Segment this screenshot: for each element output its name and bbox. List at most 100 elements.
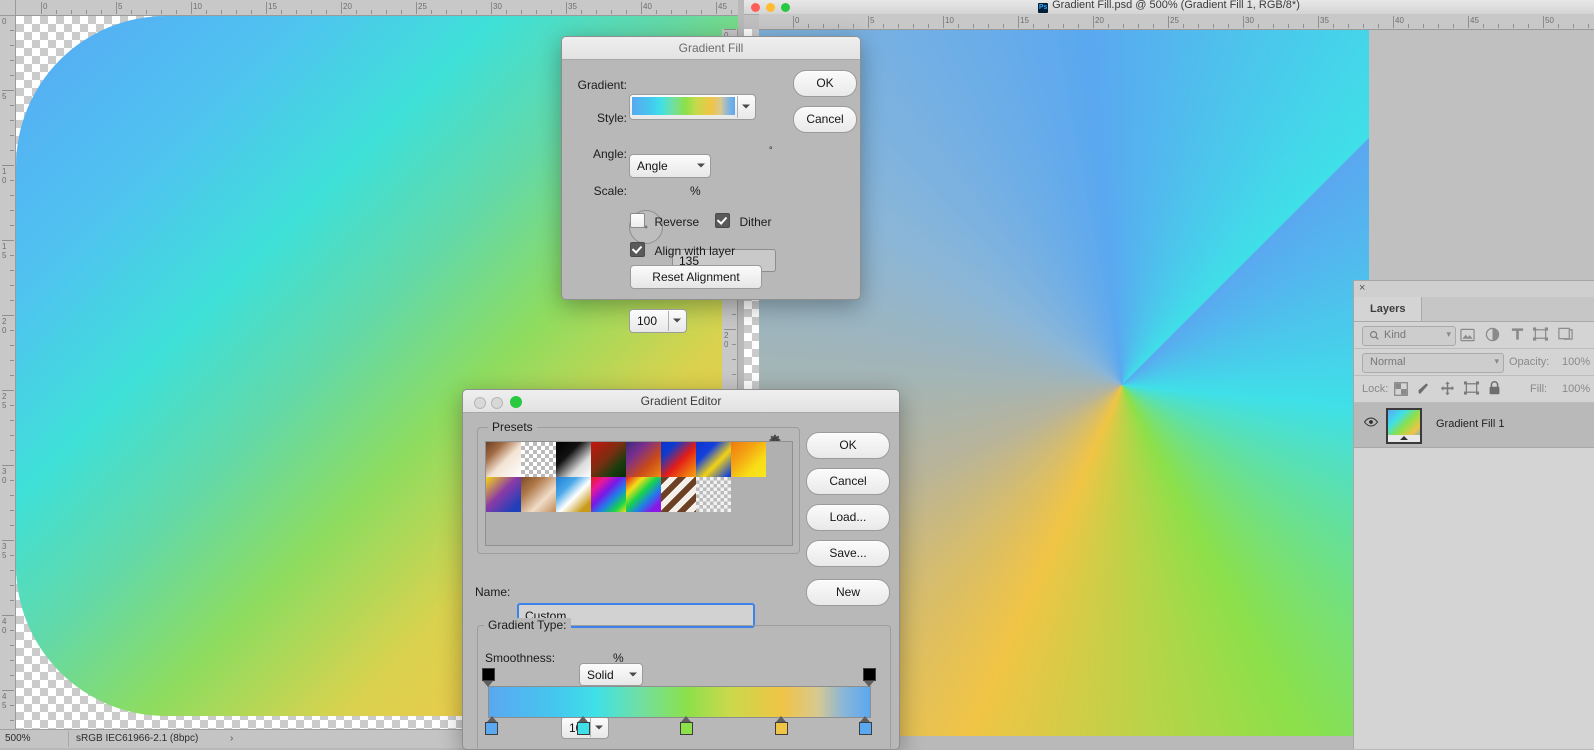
angle-label: Angle: bbox=[592, 147, 627, 161]
ruler-corner-left bbox=[0, 0, 16, 16]
cancel-button[interactable]: Cancel bbox=[793, 106, 857, 133]
reverse-checkbox-row[interactable]: Reverse bbox=[630, 213, 699, 231]
presets-row-2 bbox=[486, 477, 792, 512]
cancel-button[interactable]: Cancel bbox=[806, 468, 890, 495]
close-icon[interactable]: × bbox=[1359, 283, 1365, 294]
layers-panel-closebar: × bbox=[1354, 281, 1594, 297]
lock-transparent-icon[interactable] bbox=[1394, 382, 1408, 396]
type-icon[interactable] bbox=[1511, 327, 1524, 341]
reset-alignment-button[interactable]: Reset Alignment bbox=[630, 265, 762, 289]
status-expand-arrow[interactable]: › bbox=[230, 733, 233, 744]
close-button-inactive[interactable] bbox=[474, 397, 486, 409]
shape-icon[interactable] bbox=[1533, 327, 1548, 341]
ok-button[interactable]: OK bbox=[793, 70, 857, 97]
style-dropdown[interactable]: Angle bbox=[629, 154, 711, 178]
opacity-value[interactable]: 100% bbox=[1562, 356, 1590, 368]
gradient-editor-title: Gradient Editor bbox=[463, 390, 899, 413]
color-stop[interactable] bbox=[858, 716, 872, 735]
load-button[interactable]: Load... bbox=[806, 504, 890, 531]
kind-filter-dropdown[interactable]: Kind ▾ bbox=[1362, 326, 1456, 346]
dither-checkbox-row[interactable]: Dither bbox=[715, 213, 771, 231]
color-stop-chip bbox=[485, 722, 499, 735]
opacity-stop-pointer bbox=[483, 681, 493, 687]
dither-label: Dither bbox=[739, 215, 772, 229]
gradient-preview-bar[interactable] bbox=[488, 686, 871, 718]
preset-swatch[interactable] bbox=[731, 442, 766, 477]
reverse-checkbox[interactable] bbox=[630, 213, 645, 228]
gradient-type-label: Gradient Type: bbox=[484, 618, 571, 632]
preset-swatch[interactable] bbox=[626, 477, 661, 512]
chevron-down-icon bbox=[741, 103, 750, 112]
chevron-down-icon: ▾ bbox=[1494, 356, 1499, 366]
align-with-layer-checkbox[interactable] bbox=[630, 242, 645, 257]
preset-swatch[interactable] bbox=[556, 442, 591, 477]
ruler-horizontal-left[interactable]: 05101520253035404550 bbox=[15, 0, 738, 16]
color-stop-chip bbox=[858, 722, 872, 735]
scale-dropdown[interactable]: 100 bbox=[629, 309, 687, 333]
document-title-right: Ps Gradient Fill.psd @ 500% (Gradient Fil… bbox=[744, 0, 1594, 13]
new-button[interactable]: New bbox=[806, 579, 890, 606]
gradient-editor-dialog: Gradient Editor Presets ▾ OK Cancel Load… bbox=[462, 389, 900, 750]
gradient-preview-swatch[interactable] bbox=[632, 97, 735, 115]
opacity-stop[interactable] bbox=[862, 668, 876, 687]
smoothness-percent-symbol: % bbox=[613, 651, 624, 665]
color-stop[interactable] bbox=[576, 716, 590, 735]
preset-swatch[interactable] bbox=[591, 477, 626, 512]
lock-position-icon[interactable] bbox=[1440, 381, 1455, 396]
name-label: Name: bbox=[475, 585, 511, 599]
preset-swatch[interactable] bbox=[696, 477, 731, 512]
preset-swatch[interactable] bbox=[486, 442, 521, 477]
gradient-label: Gradient: bbox=[577, 78, 627, 92]
color-stop-chip bbox=[774, 722, 788, 735]
dither-checkbox[interactable] bbox=[715, 213, 730, 228]
preset-swatch[interactable] bbox=[556, 477, 591, 512]
ruler-vertical-left[interactable]: 05101520253035404550 bbox=[0, 15, 16, 730]
align-with-layer-label: Align with layer bbox=[654, 244, 736, 258]
smoothness-label: Smoothness: bbox=[485, 651, 556, 665]
preset-swatch[interactable] bbox=[626, 442, 661, 477]
layers-panel: × Layers Kind ▾ Normal ▾ Opacity: 100% L… bbox=[1353, 280, 1594, 749]
minimize-button-inactive[interactable] bbox=[491, 397, 503, 409]
document-titlebar-right[interactable]: Ps Gradient Fill.psd @ 500% (Gradient Fil… bbox=[744, 0, 1594, 15]
layer-mask-thumbnail[interactable] bbox=[1386, 435, 1422, 444]
ruler-horizontal-right[interactable]: 0 5 10 15 20 25 30 35 40 45 50 bbox=[759, 14, 1594, 30]
degree-symbol: ° bbox=[769, 145, 773, 155]
color-stop[interactable] bbox=[774, 716, 788, 735]
document-title-text: Gradient Fill.psd @ 500% (Gradient Fill … bbox=[1052, 0, 1300, 11]
zoom-button-green[interactable] bbox=[510, 396, 522, 408]
layer-row-gradient-fill-1[interactable]: Gradient Fill 1 bbox=[1354, 403, 1594, 448]
lock-artboard-icon[interactable] bbox=[1464, 381, 1479, 395]
preset-swatch[interactable] bbox=[521, 442, 556, 477]
preset-swatch[interactable] bbox=[521, 477, 556, 512]
fill-value[interactable]: 100% bbox=[1562, 383, 1590, 395]
presets-well[interactable] bbox=[485, 441, 793, 546]
ok-button[interactable]: OK bbox=[806, 432, 890, 459]
lock-all-icon[interactable] bbox=[1488, 380, 1501, 396]
kind-filter-label: Kind bbox=[1384, 329, 1407, 341]
document-color-profile: sRGB IEC61966-2.1 (8bpc) bbox=[76, 733, 199, 744]
preset-swatch[interactable] bbox=[696, 442, 731, 477]
smart-object-icon[interactable] bbox=[1558, 327, 1573, 341]
color-stop[interactable] bbox=[679, 716, 693, 735]
preset-swatch[interactable] bbox=[661, 442, 696, 477]
gradient-preview-dropdown[interactable] bbox=[629, 94, 756, 120]
color-stop[interactable] bbox=[485, 716, 499, 735]
save-button[interactable]: Save... bbox=[806, 540, 890, 567]
preset-swatch[interactable] bbox=[661, 477, 696, 512]
align-checkbox-row[interactable]: Align with layer bbox=[630, 242, 735, 260]
lock-image-icon[interactable] bbox=[1417, 381, 1431, 396]
image-icon[interactable] bbox=[1460, 328, 1475, 342]
blend-mode-dropdown[interactable]: Normal ▾ bbox=[1362, 353, 1504, 373]
opacity-stops-track[interactable] bbox=[481, 668, 876, 687]
zoom-level: 500% bbox=[5, 733, 31, 744]
preset-swatch[interactable] bbox=[486, 477, 521, 512]
layer-name[interactable]: Gradient Fill 1 bbox=[1436, 418, 1504, 430]
eye-icon[interactable] bbox=[1364, 417, 1378, 427]
opacity-stop[interactable] bbox=[481, 668, 495, 687]
preset-swatch[interactable] bbox=[591, 442, 626, 477]
color-stops-track[interactable] bbox=[485, 716, 872, 736]
opacity-stop-pointer bbox=[864, 681, 874, 687]
tab-layers[interactable]: Layers bbox=[1354, 297, 1423, 321]
gradient-fill-dialog: Gradient Fill Gradient: OK Cancel Style:… bbox=[561, 36, 861, 333]
adjustment-icon[interactable] bbox=[1485, 327, 1500, 342]
